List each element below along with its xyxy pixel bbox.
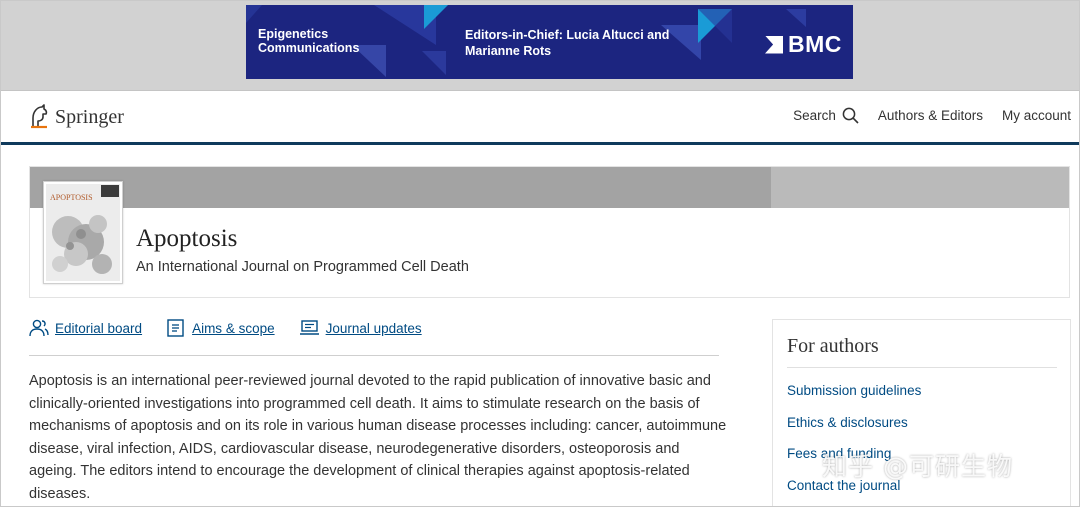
laptop-icon bbox=[299, 320, 319, 335]
book-icon bbox=[167, 319, 184, 337]
journal-updates-link[interactable]: Journal updates bbox=[299, 319, 422, 337]
page: Epigenetics Communications Editors-in-Ch… bbox=[0, 0, 1080, 507]
bmc-mark-icon bbox=[765, 35, 783, 54]
for-authors-title: For authors bbox=[787, 335, 879, 357]
springer-logo[interactable]: Springer bbox=[29, 104, 124, 130]
bmc-logo: BMC bbox=[765, 31, 842, 58]
journal-cover[interactable]: APOPTOSIS bbox=[43, 181, 123, 284]
bmc-logo-text: BMC bbox=[788, 31, 842, 57]
editorial-board-label: Editorial board bbox=[55, 320, 143, 336]
site-header: Springer Search Authors & Editors My acc… bbox=[1, 91, 1079, 145]
journal-title: Apoptosis bbox=[136, 225, 238, 252]
ad-band: Epigenetics Communications Editors-in-Ch… bbox=[1, 1, 1079, 91]
ethics-disclosures-link[interactable]: Ethics & disclosures bbox=[787, 415, 921, 447]
springer-horse-icon bbox=[31, 104, 48, 129]
journal-updates-label: Journal updates bbox=[325, 320, 422, 336]
journal-banner: APOPTOSIS Apoptosis An International Jou… bbox=[29, 166, 1070, 298]
search-icon bbox=[842, 107, 859, 124]
header-nav: Search Authors & Editors My account bbox=[774, 107, 1071, 124]
divider bbox=[29, 355, 719, 356]
editorial-board-link[interactable]: Editorial board bbox=[29, 319, 142, 337]
journal-links: Editorial board Aims & scope Journal upd… bbox=[29, 319, 446, 337]
watermark: 知乎 @可研生物 bbox=[822, 452, 1013, 481]
cover-image: APOPTOSIS bbox=[46, 184, 120, 281]
aims-scope-link[interactable]: Aims & scope bbox=[166, 319, 275, 337]
ad-editors-text: Editors-in-Chief: Lucia Altucci and Mari… bbox=[465, 28, 670, 58]
people-icon bbox=[29, 319, 49, 337]
ad-left-text: Epigenetics Communications bbox=[258, 27, 360, 55]
journal-description: Apoptosis is an international peer-revie… bbox=[29, 373, 727, 502]
my-account-link[interactable]: My account bbox=[1002, 108, 1071, 123]
journal-subtitle: An International Journal on Programmed C… bbox=[136, 259, 469, 275]
for-authors-list: Submission guidelines Ethics & disclosur… bbox=[787, 383, 921, 506]
cover-title: APOPTOSIS bbox=[50, 193, 93, 202]
search-label: Search bbox=[793, 108, 836, 123]
aims-scope-label: Aims & scope bbox=[192, 320, 275, 336]
advertisement-banner[interactable]: Epigenetics Communications Editors-in-Ch… bbox=[246, 5, 853, 79]
panel-divider bbox=[787, 367, 1057, 368]
banner-strip-light bbox=[771, 167, 1069, 208]
search-link[interactable]: Search bbox=[793, 107, 859, 124]
brand-name: Springer bbox=[55, 105, 124, 128]
submission-guidelines-link[interactable]: Submission guidelines bbox=[787, 383, 921, 415]
authors-editors-link[interactable]: Authors & Editors bbox=[878, 108, 983, 123]
